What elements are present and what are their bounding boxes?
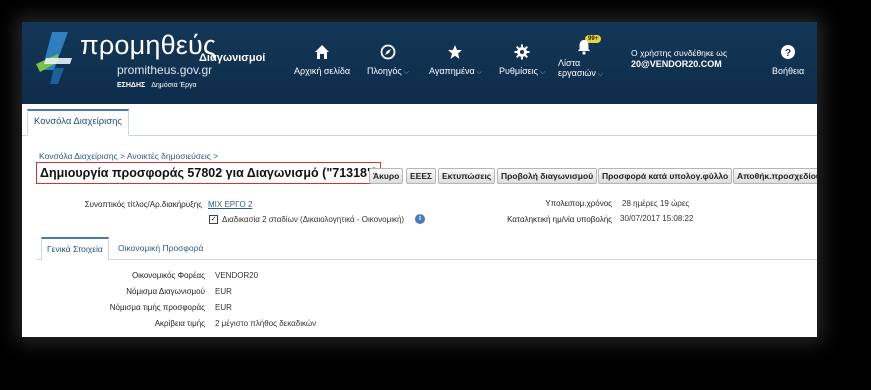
promitheus-logo-icon bbox=[36, 32, 72, 84]
gear-icon bbox=[514, 44, 530, 60]
nav-settings[interactable]: Ρυθμίσεις ⌵ bbox=[499, 44, 545, 77]
tab-financial-offer[interactable]: Οικονομική Προσφορά bbox=[113, 237, 208, 258]
eees-button[interactable]: ΕΕΕΣ bbox=[406, 168, 437, 184]
info-icon[interactable]: i bbox=[415, 214, 425, 224]
top-header: προμηθεύς Διαγωνισμοί promitheus.gov.gr … bbox=[22, 22, 817, 104]
cancel-button[interactable]: Άκυρο bbox=[369, 168, 404, 184]
field-label: Νόμισμα τιμής προσφοράς bbox=[109, 303, 205, 312]
offer-tab-strip: Γενικά Στοιχεία Οικονομική Προσφορά bbox=[37, 237, 817, 261]
nav-navigator[interactable]: Πλοηγός ⌵ bbox=[367, 44, 409, 77]
tab-general-info[interactable]: Γενικά Στοιχεία bbox=[41, 237, 109, 261]
nav-home[interactable]: Αρχική σελίδα bbox=[294, 44, 350, 76]
process-type: Διαδικασία 2 σταδίων (Δικαιολογητικά - Ο… bbox=[222, 215, 405, 224]
remaining-time-label: Υπολειπομ.χρόνος bbox=[545, 199, 612, 208]
field-value: EUR bbox=[215, 287, 232, 296]
home-icon bbox=[315, 45, 330, 59]
logged-in-user: Ο χρήστης συνδέθηκε ως 20@VENDOR20.COM bbox=[631, 48, 728, 69]
compass-icon bbox=[380, 44, 396, 60]
field-label: Οικονομικός Φορέας bbox=[131, 271, 205, 280]
deadline-label: Καταληκτική ημ/νία υποβολής bbox=[507, 215, 612, 224]
help-icon: ? bbox=[781, 45, 796, 59]
field-label: Νόμισμα Διαγωνισμού bbox=[126, 287, 205, 296]
page-title: Δημιουργία προσφοράς 57802 για Διαγωνισμ… bbox=[36, 162, 382, 184]
title-label: Συνοπτικός τίτλος/Αρ.διακήρυξης bbox=[84, 200, 202, 209]
bell-icon bbox=[578, 40, 590, 55]
field-value: VENDOR20 bbox=[215, 271, 259, 280]
svg-text:?: ? bbox=[785, 48, 791, 59]
deadline-value: 30/07/2017 15:08:22 bbox=[620, 214, 694, 223]
remaining-time-value: 28 ημέρες 19 ώρες bbox=[622, 199, 690, 208]
nav-favorites[interactable]: Αγαπημένα ⌵ bbox=[429, 44, 482, 77]
brand-url: promitheus.gov.gr bbox=[117, 63, 213, 77]
console-tab-strip: Κονσόλα Διαχείρισης bbox=[22, 107, 817, 136]
nav-worklist[interactable]: Λίστα εργασιών ⌵ bbox=[558, 39, 603, 79]
spreadsheet-offer-button[interactable]: Προσφορά κατά υπολογ.φύλλο bbox=[598, 168, 733, 184]
nav-help[interactable]: ? Βοήθεια bbox=[772, 44, 804, 76]
brand-name: προμηθεύς bbox=[80, 30, 217, 60]
star-icon bbox=[448, 45, 463, 59]
save-draft-button[interactable]: Αποθήκ.προσχεδίου bbox=[733, 168, 817, 184]
brand-esidis: ΕΣΗΔΗΣ Δημόσια Έργα bbox=[117, 82, 197, 89]
tab-admin-console[interactable]: Κονσόλα Διαχείρισης bbox=[27, 109, 129, 136]
two-stage-checkbox: ✓ bbox=[209, 215, 218, 224]
field-value: 2 μέγιστο πλήθος δεκαδικών bbox=[215, 319, 317, 328]
view-tender-button[interactable]: Προβολή διαγωνισμού bbox=[497, 168, 598, 184]
field-label: Ακρίβεια τιμής bbox=[154, 319, 205, 328]
field-value: EUR bbox=[215, 303, 232, 312]
application-window: προμηθεύς Διαγωνισμοί promitheus.gov.gr … bbox=[22, 22, 817, 337]
breadcrumb[interactable]: Κονσόλα Διαχείρισης > Ανοικτές δημοσιεύσ… bbox=[39, 151, 218, 161]
print-button[interactable]: Εκτυπώσεις bbox=[438, 168, 496, 184]
tender-title-link[interactable]: MIX ΕΡΓΟ 2 bbox=[208, 200, 252, 209]
